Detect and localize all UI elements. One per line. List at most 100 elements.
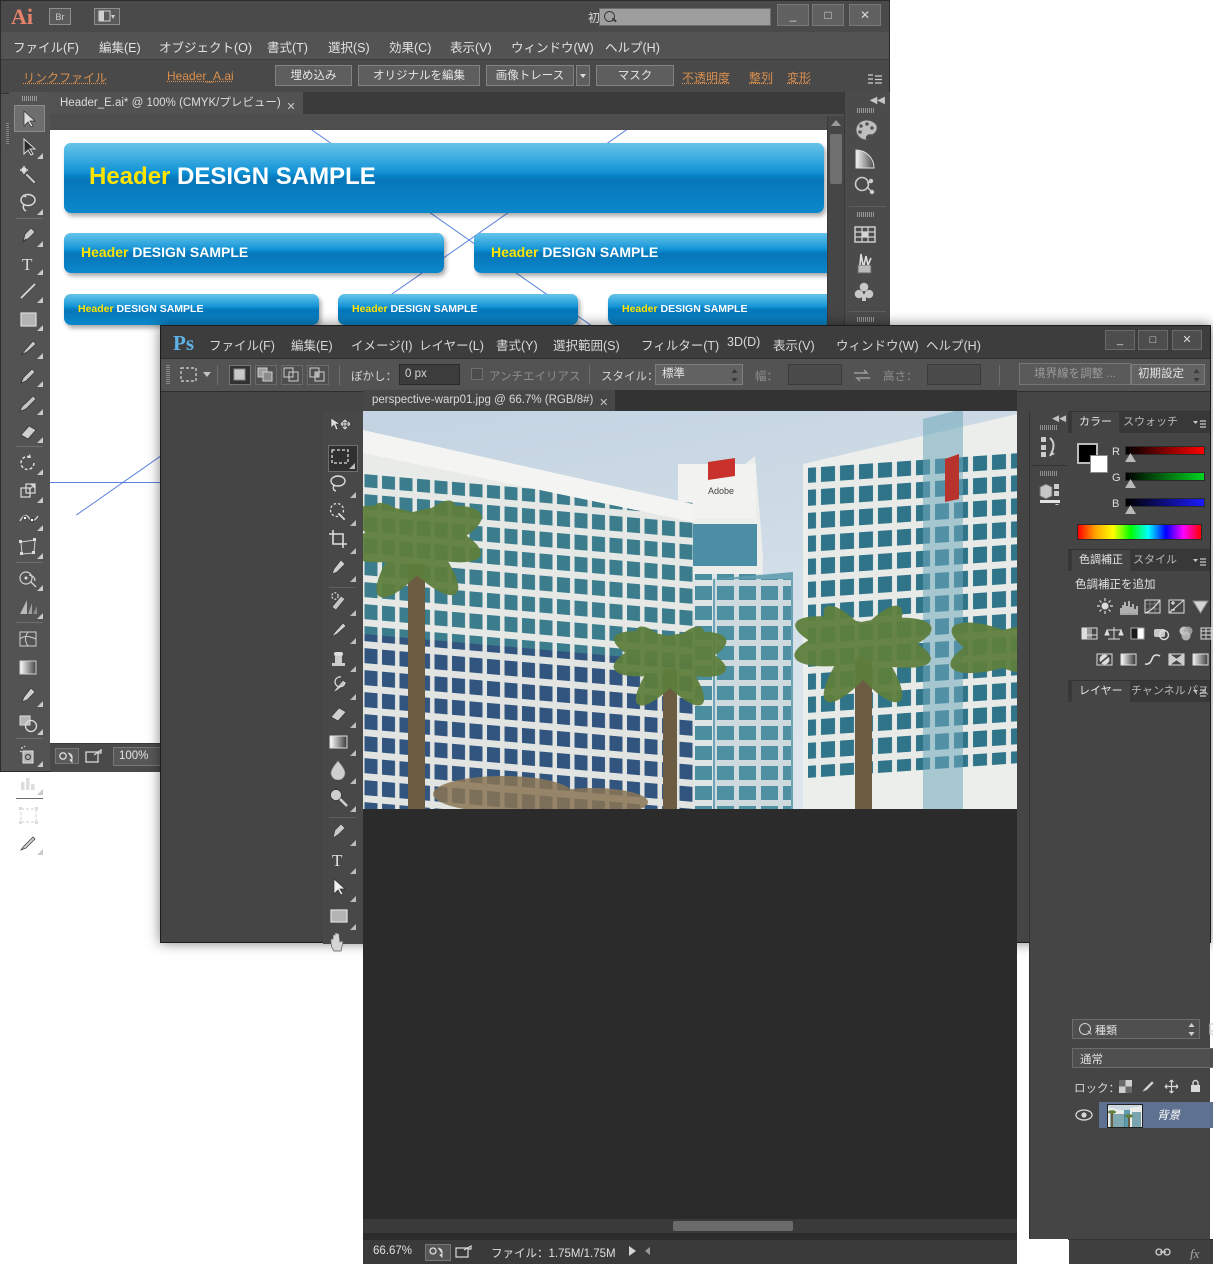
menu-effect[interactable]: 効果(C) [389,37,431,56]
linked-file-name[interactable]: Header_A.ai [167,69,234,83]
tool-blob-brush[interactable] [14,390,45,417]
tool-rectangle[interactable] [14,306,45,333]
tool-hand[interactable] [328,932,358,960]
options-bar-grip[interactable] [166,365,170,385]
tool-move[interactable] [328,415,358,442]
panel-menu-icon[interactable] [1193,687,1206,697]
banner-medium-1[interactable]: Header DESIGN SAMPLE [64,233,444,273]
lock-position-icon[interactable] [1164,1079,1179,1094]
image-trace-button[interactable]: 画像トレース [486,65,574,86]
scroll-thumb[interactable] [673,1221,793,1231]
swatches-panel-icon[interactable] [852,222,882,250]
ps-close-button[interactable]: ✕ [1172,330,1202,350]
document-tab-perspective-warp[interactable]: perspective-warp01.jpg @ 66.7% (RGB/8#) … [363,390,616,411]
tool-artboard[interactable] [14,802,45,829]
embed-button[interactable]: 埋め込み [275,65,352,86]
invert-icon[interactable] [1095,651,1115,668]
menu-type[interactable]: 書式(T) [267,37,308,56]
layer-name[interactable]: 背景 [1157,1107,1180,1123]
workspace-select[interactable]: 初期設定 [1131,364,1205,385]
tool-shape-builder[interactable] [14,566,45,593]
subtract-from-selection-button[interactable] [281,365,303,385]
tab-layers[interactable]: レイヤー [1072,681,1130,702]
tool-gradient[interactable] [14,654,45,681]
tool-clone-stamp[interactable] [328,647,358,674]
gradient-panel-icon[interactable] [852,146,882,174]
tool-pen[interactable] [14,222,45,249]
marquee-tool-icon[interactable] [179,366,199,384]
lock-all-icon[interactable] [1189,1079,1202,1094]
tool-horizontal-type[interactable]: T [328,849,358,876]
tool-column-graph[interactable] [14,770,45,797]
hue-saturation-icon[interactable] [1080,625,1100,642]
ps-menu-layer[interactable]: レイヤー(L) [419,335,484,354]
panel-menu-icon[interactable] [1193,556,1206,566]
ps-menu-3d[interactable]: 3D(D) [727,335,760,349]
refine-edge-button[interactable]: 境界線を調整 ... [1019,363,1131,385]
tool-crop[interactable] [328,529,358,556]
tool-eraser[interactable] [14,418,45,445]
tool-width[interactable] [14,506,45,533]
scroll-up-icon[interactable] [831,120,841,126]
link-layers-icon[interactable] [1155,1245,1171,1260]
lock-transparency-icon[interactable] [1118,1079,1133,1094]
document-image-perspective-warp[interactable]: Adobe [363,411,1017,809]
ps-menu-image[interactable]: イメージ(I) [351,335,413,354]
tool-direct-selection[interactable] [14,134,45,161]
tool-blur[interactable] [328,759,358,786]
ps-menu-select[interactable]: 選択範囲(S) [553,335,620,354]
control-bar-menu-icon[interactable] [868,73,887,84]
tool-spot-healing-brush[interactable] [328,591,358,618]
scroll-thumb[interactable] [830,134,842,184]
tool-path-selection[interactable] [328,877,358,904]
tool-eyedropper[interactable] [328,557,358,584]
status-gear-icon[interactable] [425,1244,451,1261]
arrange-documents-icon[interactable] [94,8,120,25]
opacity-link[interactable]: 不透明度 [682,69,730,86]
tab-color[interactable]: カラー [1072,412,1119,433]
channel-mixer-icon[interactable] [1176,625,1196,642]
photoshop-canvas[interactable]: Adobe [363,411,1017,1239]
tool-brush[interactable] [328,619,358,646]
selective-color-icon[interactable] [1167,651,1187,668]
ps-menu-filter[interactable]: フィルター(T) [641,335,719,354]
black-white-icon[interactable] [1128,625,1148,642]
menu-window[interactable]: ウィンドウ(W) [511,37,594,56]
tool-pencil[interactable] [14,362,45,389]
color-guide-icon[interactable] [852,175,882,203]
swap-arrows-icon[interactable] [853,369,871,382]
share-icon[interactable] [85,748,105,764]
tab-styles[interactable]: スタイル [1126,550,1184,571]
menu-view[interactable]: 表示(V) [450,37,492,56]
levels-icon[interactable] [1119,598,1139,615]
ps-maximize-button[interactable]: □ [1138,330,1168,350]
tool-blend[interactable] [14,710,45,737]
curves-icon[interactable] [1143,598,1163,615]
menu-help[interactable]: ヘルプ(H) [605,37,660,56]
ps-menu-file[interactable]: ファイル(F) [209,335,275,354]
menu-select[interactable]: 選択(S) [328,37,370,56]
banner-small-2[interactable]: Header DESIGN SAMPLE [338,294,578,325]
ps-menu-edit[interactable]: 編集(E) [291,335,333,354]
document-tab-header-e[interactable]: Header_E.ai* @ 100% (CMYK/プレビュー) ✕ [50,92,303,114]
ps-minimize-button[interactable]: _ [1105,330,1135,350]
tool-lasso[interactable] [328,473,358,500]
collapse-dock-icon[interactable]: ◀◀ [870,95,885,106]
blend-mode-select[interactable]: 通常 [1072,1048,1213,1068]
vibrance-icon[interactable] [1191,598,1211,615]
feather-input[interactable]: 0 px [399,364,460,385]
height-input[interactable] [927,364,981,385]
threshold-icon[interactable] [1143,651,1163,668]
tool-scale[interactable] [14,478,45,505]
brushes-panel-icon[interactable] [852,251,882,279]
toolbar-grip[interactable] [22,96,38,101]
menu-edit[interactable]: 編集(E) [99,37,141,56]
symbols-panel-icon[interactable] [852,280,882,308]
lock-image-icon[interactable] [1141,1079,1156,1094]
add-to-selection-button[interactable] [255,365,277,385]
bridge-icon[interactable]: Br [49,8,71,25]
share-icon[interactable] [455,1244,475,1259]
minimize-button[interactable]: _ [777,4,809,26]
mask-button[interactable]: マスク [596,65,674,86]
tool-perspective-grid[interactable] [14,594,45,621]
